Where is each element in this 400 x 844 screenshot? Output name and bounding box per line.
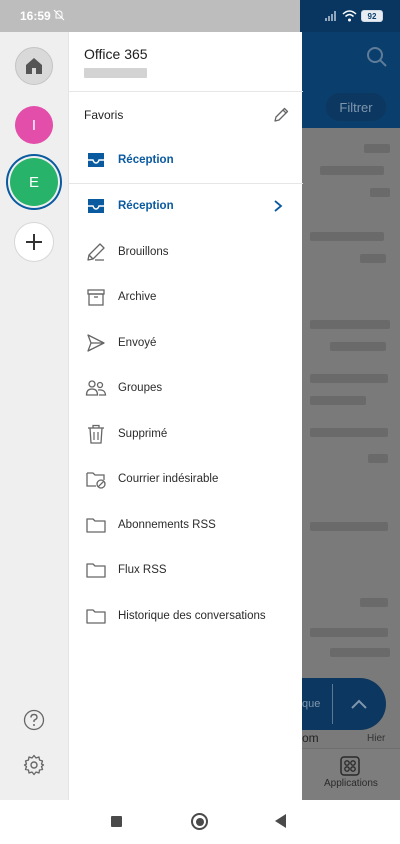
battery-indicator: 92 xyxy=(361,10,383,22)
folder-archive[interactable]: Archive xyxy=(69,277,303,317)
pencil-draft-icon xyxy=(85,241,107,263)
folder-drawer: Office 365 Favoris Réception Réception B… xyxy=(68,32,303,800)
groups-icon xyxy=(85,377,107,399)
fab-divider xyxy=(332,684,333,724)
folder-label: Courrier indésirable xyxy=(118,473,219,485)
account-title: Office 365 xyxy=(84,46,148,62)
folder-abonnements-rss[interactable]: Abonnements RSS xyxy=(69,505,303,545)
background-message-list xyxy=(300,128,400,748)
account-avatar[interactable]: I xyxy=(15,106,53,144)
status-time: 16:59 xyxy=(20,9,51,23)
folder-label: Groupes xyxy=(118,382,163,394)
avatar-initial: I xyxy=(31,116,37,134)
trash-icon xyxy=(85,423,107,445)
folder-courrier-indesirable[interactable]: Courrier indésirable xyxy=(69,459,303,499)
chevron-right-icon[interactable] xyxy=(271,199,285,213)
plus-icon xyxy=(26,234,42,250)
folder-icon xyxy=(85,559,107,581)
background-message-snippet: om xyxy=(302,731,319,745)
message-date: Hier xyxy=(367,733,386,744)
help-icon[interactable] xyxy=(23,709,45,731)
chevron-up-icon[interactable] xyxy=(348,694,370,716)
folder-brouillons[interactable]: Brouillons xyxy=(69,232,303,272)
folder-groupes[interactable]: Groupes xyxy=(69,368,303,408)
inbox-icon xyxy=(85,195,107,217)
divider xyxy=(69,91,303,92)
folder-icon xyxy=(85,514,107,536)
folder-icon xyxy=(85,605,107,627)
folder-envoye[interactable]: Envoyé xyxy=(69,323,303,363)
wifi-icon xyxy=(342,10,357,22)
system-navigation-bar xyxy=(0,800,400,844)
signal-icon xyxy=(325,11,336,21)
folder-historique-conversations[interactable]: Historique des conversations xyxy=(69,596,303,636)
search-icon[interactable] xyxy=(366,46,388,68)
inbox-icon xyxy=(85,149,107,171)
send-icon xyxy=(85,332,107,354)
edit-pencil-icon[interactable] xyxy=(272,106,290,124)
favorite-folder-reception[interactable]: Réception xyxy=(69,140,303,180)
junk-folder-icon xyxy=(85,468,107,490)
folder-label: Réception xyxy=(118,154,174,166)
filter-button[interactable]: Filtrer xyxy=(326,93,386,121)
home-button[interactable] xyxy=(15,47,53,85)
gear-icon[interactable] xyxy=(23,754,45,776)
apps-grid-icon[interactable] xyxy=(340,756,360,776)
account-avatar-selected[interactable]: E xyxy=(10,158,58,206)
avatar-initial: E xyxy=(28,173,39,191)
folder-label: Brouillons xyxy=(118,246,169,258)
folder-reception[interactable]: Réception xyxy=(69,186,303,226)
folder-label: Envoyé xyxy=(118,337,157,349)
favorites-heading: Favoris xyxy=(84,108,124,122)
folder-label: Supprimé xyxy=(118,428,168,440)
account-rail: I E xyxy=(0,32,68,800)
folder-label: Réception xyxy=(118,200,174,212)
add-account-button[interactable] xyxy=(14,222,54,262)
folder-label: Flux RSS xyxy=(118,564,167,576)
folder-label: Abonnements RSS xyxy=(118,519,216,531)
folder-label: Historique des conversations xyxy=(118,610,266,622)
back-button[interactable] xyxy=(275,814,286,828)
fab-label: que xyxy=(302,698,321,710)
tab-applications[interactable]: Applications xyxy=(324,778,378,789)
folder-flux-rss[interactable]: Flux RSS xyxy=(69,550,303,590)
account-email-redacted xyxy=(84,68,147,78)
home-nav-button[interactable] xyxy=(191,813,208,830)
archive-box-icon xyxy=(85,286,107,308)
divider xyxy=(69,183,303,184)
notifications-muted-icon xyxy=(53,9,65,21)
folder-label: Archive xyxy=(118,291,157,303)
home-icon xyxy=(26,58,42,74)
recent-apps-button[interactable] xyxy=(111,816,122,827)
folder-supprime[interactable]: Supprimé xyxy=(69,414,303,454)
